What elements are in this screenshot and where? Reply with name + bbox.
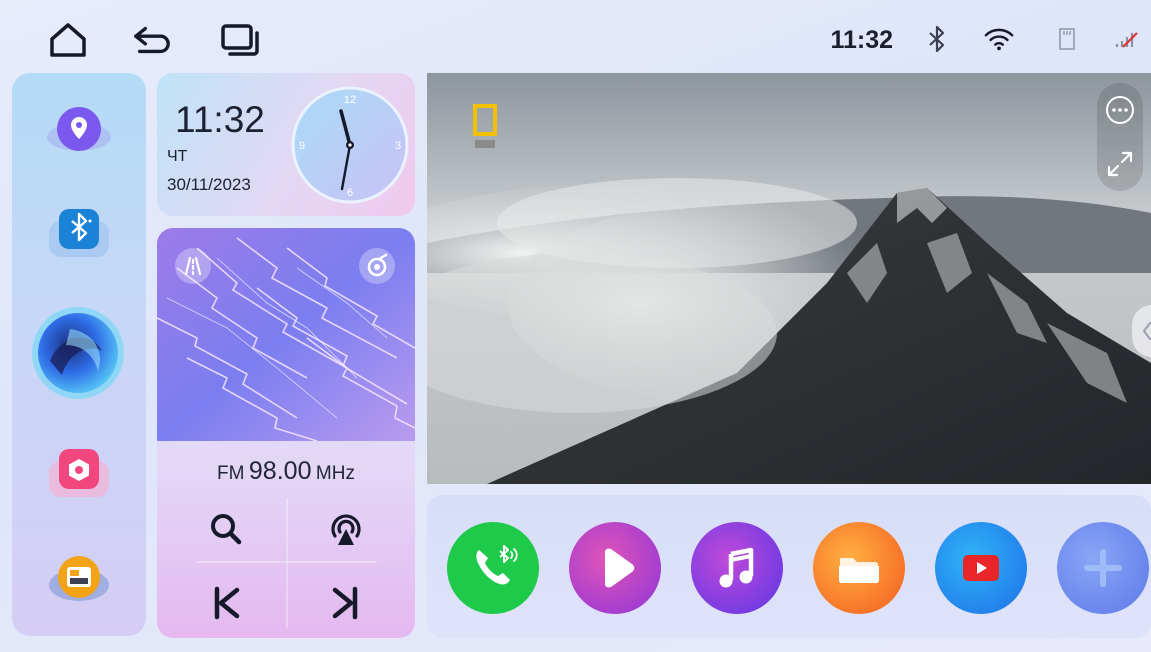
home-icon[interactable] <box>48 22 88 58</box>
music-icon[interactable] <box>691 522 783 614</box>
clock-time: 11:32 <box>175 99 265 140</box>
search-icon[interactable] <box>201 506 251 552</box>
prev-icon[interactable] <box>201 580 251 626</box>
radio-widget[interactable]: FM 98.00 MHz <box>157 228 415 638</box>
files-icon[interactable] <box>813 522 905 614</box>
recent-apps-icon[interactable] <box>220 22 260 58</box>
clock-widget[interactable]: 11:32 ЧТ 30/11/2023 12 3 6 9 <box>157 73 415 216</box>
app-dock <box>12 73 146 636</box>
clock-day: ЧТ <box>167 148 188 165</box>
dial-label-12: 12 <box>344 94 356 106</box>
next-icon[interactable] <box>321 580 371 626</box>
bluetooth-app-icon[interactable] <box>44 203 114 263</box>
video-player-icon[interactable] <box>569 522 661 614</box>
road-mode-button[interactable] <box>171 244 215 288</box>
youtube-icon[interactable] <box>935 522 1027 614</box>
app-bar <box>427 495 1151 638</box>
status-time: 11:32 <box>830 26 893 54</box>
more-options-icon[interactable] <box>1097 87 1143 133</box>
bluetooth-phone-icon[interactable] <box>447 522 539 614</box>
video-player[interactable] <box>427 73 1151 484</box>
voice-assistant-icon[interactable] <box>30 305 126 401</box>
dial-label-3: 3 <box>395 140 401 152</box>
dial-label-6: 6 <box>347 187 353 199</box>
bluetooth-icon <box>922 24 952 54</box>
cellular-no-signal-icon <box>1112 24 1142 54</box>
dial-label-9: 9 <box>299 140 305 152</box>
radio-frequency-value: 98.00 <box>248 457 312 485</box>
analog-clock: 12 3 6 9 <box>291 86 409 204</box>
clock-date: 30/11/2023 <box>167 175 251 194</box>
radio-unit: MHz <box>315 463 355 484</box>
sd-card-icon <box>1052 24 1082 54</box>
fullscreen-icon[interactable] <box>1097 141 1143 187</box>
back-icon[interactable] <box>132 22 172 58</box>
status-bar: 11:32 <box>0 0 1151 76</box>
radio-source-button[interactable] <box>355 244 399 288</box>
split-screen-app-icon[interactable] <box>44 549 114 609</box>
side-panel-handle[interactable] <box>1132 305 1151 357</box>
navigation-app-icon[interactable] <box>44 101 114 161</box>
radio-frequency: FM 98.00 MHz <box>157 457 415 486</box>
add-app-icon[interactable] <box>1057 522 1149 614</box>
radio-signal-icon[interactable] <box>321 506 371 552</box>
settings-app-icon[interactable] <box>44 443 114 503</box>
video-frame <box>427 73 1151 484</box>
radio-band: FM <box>217 463 245 484</box>
wifi-icon <box>984 24 1014 54</box>
